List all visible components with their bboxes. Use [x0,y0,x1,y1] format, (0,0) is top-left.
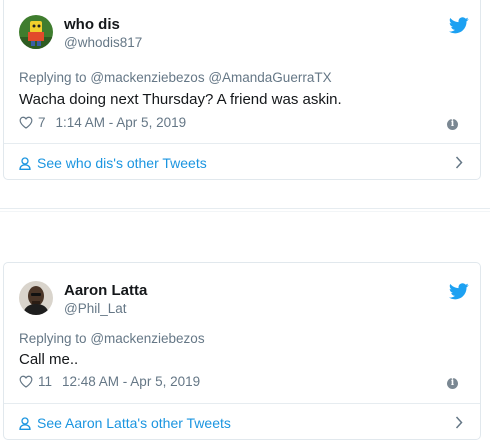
avatar[interactable] [19,15,53,49]
tweet-meta: 11 12:48 AM - Apr 5, 2019 [19,374,200,389]
mention-links[interactable]: @mackenziebezos @AmandaGuerraTX [90,70,331,85]
tweet-meta: 7 1:14 AM - Apr 5, 2019 [19,115,186,130]
reply-context: Replying to @mackenziebezos @AmandaGuerr… [19,70,332,85]
other-tweets-link[interactable]: See who dis's other Tweets [19,153,465,173]
timestamp[interactable]: 12:48 AM - Apr 5, 2019 [62,374,200,389]
avatar[interactable] [19,281,53,315]
other-tweets-link[interactable]: See Aaron Latta's other Tweets [19,413,465,433]
chevron-right-icon[interactable] [455,156,463,169]
twitter-bird-icon[interactable] [449,283,469,300]
mention-links[interactable]: @mackenziebezos [90,331,204,346]
replying-label: Replying to [19,70,87,85]
like-count: 11 [38,374,53,389]
separator [0,211,490,212]
heart-icon[interactable] [19,375,33,388]
timestamp[interactable]: 1:14 AM - Apr 5, 2019 [56,115,187,130]
tweet-card[interactable]: Aaron Latta @Phil_Lat Replying to @macke… [3,262,481,440]
twitter-bird-icon[interactable] [449,17,469,34]
replying-label: Replying to [19,331,87,346]
divider [4,143,480,144]
person-icon [19,156,31,170]
reply-context: Replying to @mackenziebezos [19,331,205,346]
other-tweets-label[interactable]: See who dis's other Tweets [37,155,207,171]
heart-icon[interactable] [19,116,33,129]
tweet-card[interactable]: who dis @whodis817 Replying to @mackenzi… [3,0,481,180]
like-count: 7 [38,115,46,130]
info-icon[interactable]: i [447,119,458,130]
info-icon[interactable]: i [447,378,458,389]
display-name[interactable]: who dis [64,16,120,33]
other-tweets-label[interactable]: See Aaron Latta's other Tweets [37,415,231,431]
separator [0,208,490,209]
user-handle[interactable]: @Phil_Lat [64,301,127,316]
tweet-text: Wacha doing next Thursday? A friend was … [19,91,342,108]
divider [4,403,480,404]
tweet-header: who dis @whodis817 [19,15,469,59]
user-handle[interactable]: @whodis817 [64,35,142,50]
tweet-text: Call me.. [19,351,79,368]
chevron-right-icon[interactable] [455,416,463,429]
tweet-header: Aaron Latta @Phil_Lat [19,281,469,325]
display-name[interactable]: Aaron Latta [64,282,147,299]
person-icon [19,416,31,430]
